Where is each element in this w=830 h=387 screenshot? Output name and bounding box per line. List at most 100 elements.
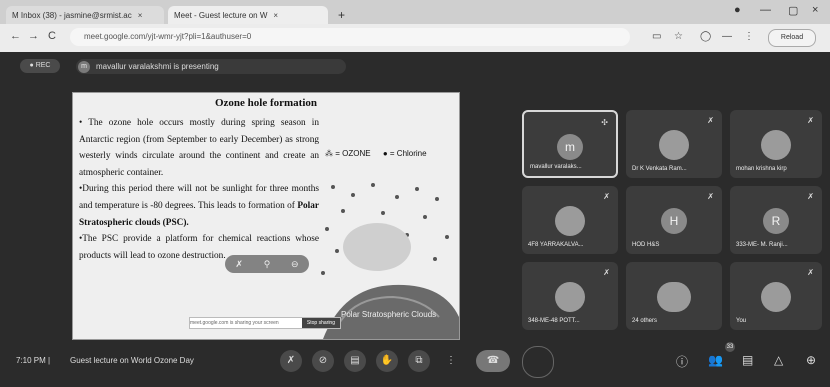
tab-strip: M Inbox (38) - jasmine@srmist.ac × Meet …	[0, 0, 830, 24]
presenter-overlay-controls[interactable]: ✗ ⚲ ⊖	[225, 255, 309, 273]
host-controls-icon[interactable]: ⊕	[806, 353, 816, 367]
minimize-button[interactable]: —	[760, 4, 771, 16]
info-icon[interactable]: ⓘ	[676, 353, 688, 370]
participant-name: 24 others	[632, 318, 658, 324]
others-avatars	[657, 282, 691, 312]
participant-tile[interactable]: ✗ mohan krishna kirp	[730, 110, 822, 178]
tab-close-icon[interactable]: ×	[273, 11, 278, 20]
bookmark-star-icon[interactable]: ☆	[674, 31, 683, 42]
slide-legend: ⁂ = OZONE ● = Chlorine	[325, 149, 437, 158]
refresh-button[interactable]: C	[48, 30, 56, 42]
meeting-controls-bar: 7:10 PM | Guest lecture on World Ozone D…	[0, 342, 830, 387]
back-button[interactable]: ←	[10, 30, 21, 42]
chlorine-legend-item: ● = Chlorine	[383, 149, 427, 158]
avatar	[555, 206, 585, 236]
others-tile[interactable]: 24 others	[626, 262, 722, 330]
captions-button[interactable]: ▤	[344, 350, 366, 372]
mic-off-icon: ✗	[807, 116, 814, 125]
tab-meet[interactable]: Meet - Guest lecture on W ×	[168, 6, 328, 24]
participant-tile[interactable]: ✗ R 333-ME- M. Ranji...	[730, 186, 822, 254]
pin-icon[interactable]: ⚲	[264, 259, 271, 270]
address-bar-row: ← → C meet.google.com/yjt-wmr-yjt?pli=1&…	[0, 24, 830, 52]
screen-share-notice: meet.google.com is sharing your screen S…	[189, 317, 341, 329]
rec-label: REC	[35, 62, 51, 69]
activities-icon[interactable]: △	[774, 353, 783, 367]
tab-meet-title: Meet - Guest lecture on W	[174, 10, 268, 20]
shared-slide: Ozone hole formation • The ozone hole oc…	[72, 92, 460, 340]
avatar: m	[557, 134, 583, 160]
dash-icon[interactable]: —	[722, 31, 732, 42]
ozone-legend-item: ⁂ = OZONE	[325, 149, 371, 158]
screen-share-text: meet.google.com is sharing your screen	[190, 320, 279, 326]
camera-toggle-button[interactable]: ⊘	[312, 350, 334, 372]
participant-name: 348-ME-48 POTT...	[528, 318, 580, 324]
avatar: H	[661, 208, 687, 234]
participant-name: HOD H&S	[632, 242, 660, 248]
mic-off-icon: ✗	[707, 116, 714, 125]
tab-close-icon[interactable]: ×	[138, 11, 143, 20]
mic-off-icon: ✗	[603, 268, 610, 277]
menu-dots-icon[interactable]: ⋮	[744, 31, 754, 42]
end-call-button[interactable]: ☎	[476, 350, 510, 372]
self-tile[interactable]: ✗ You	[730, 262, 822, 330]
extension-icon[interactable]: ◯	[700, 31, 711, 42]
ozone-molecule-icon: ⁂	[325, 149, 333, 158]
remove-icon[interactable]: ⊖	[291, 259, 299, 270]
presenter-text: mavallur varalakshmi is presenting	[96, 62, 219, 71]
camera-icon[interactable]: ▭	[652, 31, 661, 42]
extra-control-button[interactable]	[522, 346, 554, 378]
slide-bullet-text: •During this period there will not be su…	[79, 184, 319, 211]
mic-toggle-button[interactable]: ✗	[280, 350, 302, 372]
presenter-banner: m mavallur varalakshmi is presenting	[76, 59, 346, 74]
url-input[interactable]: meet.google.com/yjt-wmr-yjt?pli=1&authus…	[70, 28, 630, 46]
participant-count-badge: 33	[725, 342, 735, 352]
participant-name: You	[736, 318, 747, 324]
reload-button[interactable]: Reload	[768, 29, 816, 47]
tab-inbox[interactable]: M Inbox (38) - jasmine@srmist.ac ×	[6, 6, 164, 24]
forward-button[interactable]: →	[28, 30, 39, 42]
avatar	[555, 282, 585, 312]
maximize-button[interactable]: ▢	[788, 4, 798, 17]
participant-tile[interactable]: ✗ 4F8 YARRAKALVA...	[522, 186, 618, 254]
participant-tile[interactable]: ✗ 348-ME-48 POTT...	[522, 262, 618, 330]
chat-icon[interactable]: ▤	[742, 353, 753, 367]
more-options-button[interactable]: ⋮	[440, 350, 462, 372]
mic-off-icon: ✗	[807, 268, 814, 277]
tab-inbox-title: M Inbox (38) - jasmine@srmist.ac	[12, 10, 132, 20]
participant-tile[interactable]: ✗ H HOD H&S	[626, 186, 722, 254]
meeting-time: 7:10 PM	[16, 356, 46, 365]
avatar: m	[78, 60, 90, 73]
meeting-clock: 7:10 PM |	[16, 356, 50, 365]
mic-off-icon: ✗	[807, 192, 814, 201]
ozone-legend-label: = OZONE	[335, 149, 371, 158]
slide-body: • The ozone hole occurs mostly during sp…	[79, 115, 319, 264]
profile-dot-icon[interactable]: ●	[734, 4, 741, 16]
raise-hand-button[interactable]: ✋	[376, 350, 398, 372]
mic-off-icon: ✗	[707, 192, 714, 201]
participant-name: 4F8 YARRAKALVA...	[528, 242, 584, 248]
participant-name: mohan krishna kirp	[736, 166, 787, 172]
new-tab-button[interactable]: +	[338, 8, 345, 22]
chlorine-atom-icon: ●	[382, 149, 388, 158]
recording-badge: ● REC	[20, 59, 60, 73]
slide-bullet: •During this period there will not be su…	[79, 181, 319, 231]
participant-tile[interactable]: ✗ Dr K Venkata Ram...	[626, 110, 722, 178]
meeting-title: Guest lecture on World Ozone Day	[70, 356, 194, 365]
divider: |	[48, 356, 51, 365]
avatar: R	[763, 208, 789, 234]
slide-title: Ozone hole formation	[214, 97, 318, 109]
browser-chrome: M Inbox (38) - jasmine@srmist.ac × Meet …	[0, 0, 830, 52]
participant-tile[interactable]: ✣ m mavallur varalaks...	[522, 110, 618, 178]
chlorine-legend-label: = Chlorine	[389, 149, 427, 158]
mic-off-icon[interactable]: ✗	[235, 259, 243, 270]
polar-clouds-illustration: Polar Stratospheric Clouds	[321, 183, 459, 339]
people-icon[interactable]: 👥	[708, 353, 723, 367]
mic-off-icon: ✗	[603, 192, 610, 201]
pin-icon[interactable]: ✣	[601, 118, 608, 127]
stop-sharing-button[interactable]: Stop sharing	[301, 318, 340, 328]
present-button[interactable]: ⧉	[408, 350, 430, 372]
participant-name: Dr K Venkata Ram...	[632, 166, 687, 172]
art-caption: Polar Stratospheric Clouds	[341, 310, 436, 319]
close-window-button[interactable]: ×	[812, 4, 818, 16]
meet-window: ● REC m mavallur varalakshmi is presenti…	[0, 52, 830, 387]
